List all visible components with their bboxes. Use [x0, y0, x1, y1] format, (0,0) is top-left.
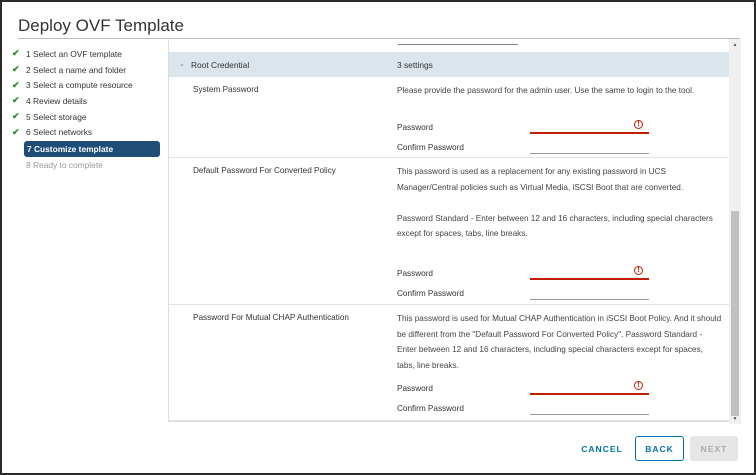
step-label: 2 Select a name and folder — [26, 64, 127, 75]
scrollbar[interactable]: ▲ ▼ — [729, 39, 741, 424]
password-label: Password — [397, 123, 433, 132]
row-default-password: Default Password For Converted Policy Th… — [169, 158, 730, 305]
error-icon: ! — [634, 266, 643, 275]
password-label: Password — [397, 269, 433, 278]
check-icon: ✔ — [12, 79, 20, 90]
wizard-steps: ✔ 1 Select an OVF template ✔ 2 Select a na… — [10, 46, 160, 173]
step-label: 4 Review details — [26, 95, 87, 106]
step-label: 5 Select storage — [26, 111, 87, 122]
chevron-down-icon[interactable]: ⌄ — [179, 60, 185, 68]
step-1[interactable]: ✔ 1 Select an OVF template — [10, 46, 160, 62]
settings-panel: ⌄ Root Credential 3 settings System Pass… — [168, 37, 730, 422]
step-4[interactable]: ✔ 4 Review details — [10, 93, 160, 109]
next-button: NEXT — [690, 436, 738, 461]
step-5[interactable]: ✔ 5 Select storage — [10, 109, 160, 125]
password-standard-text: Password Standard - Enter between 12 and… — [397, 213, 713, 239]
step-label: 1 Select an OVF template — [26, 48, 122, 59]
previous-input-line — [398, 44, 518, 45]
setting-description: This password is used for Mutual CHAP Au… — [397, 314, 722, 370]
section-root-credential[interactable]: ⌄ Root Credential 3 settings — [169, 52, 730, 77]
row-mutual-chap-password: Password For Mutual CHAP Authentication … — [169, 305, 730, 421]
error-icon: ! — [634, 381, 643, 390]
password-input[interactable] — [530, 278, 649, 280]
check-icon: ✔ — [12, 111, 20, 122]
confirm-password-input[interactable] — [530, 153, 649, 154]
confirm-password-label: Confirm Password — [397, 143, 464, 152]
check-icon: ✔ — [12, 126, 20, 137]
step-3[interactable]: ✔ 3 Select a compute resource — [10, 77, 160, 93]
confirm-password-label: Confirm Password — [397, 289, 464, 298]
password-input[interactable] — [530, 132, 649, 134]
check-icon: ✔ — [12, 48, 20, 59]
password-label: Password — [397, 384, 433, 393]
setting-name: Default Password For Converted Policy — [193, 166, 336, 175]
password-input[interactable] — [530, 393, 649, 395]
scroll-up-icon[interactable]: ▲ — [729, 42, 741, 48]
cancel-button[interactable]: CANCEL — [574, 436, 630, 461]
section-count: 3 settings — [397, 60, 433, 70]
check-icon: ✔ — [12, 64, 20, 75]
check-icon: ✔ — [12, 95, 20, 106]
dialog-title: Deploy OVF Template — [18, 16, 184, 35]
setting-description: This password is used as a replacement f… — [397, 164, 722, 242]
step-label: 6 Select networks — [26, 127, 93, 138]
confirm-password-input[interactable] — [530, 299, 649, 300]
setting-name: System Password — [193, 85, 259, 94]
setting-description: Please provide the password for the admi… — [397, 86, 695, 95]
step-label: 7 Customize template — [27, 143, 114, 154]
confirm-password-input[interactable] — [530, 414, 649, 415]
step-6[interactable]: ✔ 6 Select networks — [10, 124, 160, 140]
setting-name: Password For Mutual CHAP Authentication — [193, 313, 349, 322]
deploy-ovf-dialog: Deploy OVF Template ✔ 1 Select an OVF tem… — [2, 2, 754, 473]
step-8: 8 Ready to complete — [10, 157, 160, 173]
back-button[interactable]: BACK — [635, 436, 684, 461]
scroll-down-icon[interactable]: ▼ — [729, 416, 741, 422]
step-7[interactable]: 7 Customize template — [24, 141, 160, 157]
step-2[interactable]: ✔ 2 Select a name and folder — [10, 62, 160, 78]
step-label: 3 Select a compute resource — [26, 80, 133, 91]
description-text: This password is used as a replacement f… — [397, 167, 684, 192]
section-name: Root Credential — [191, 60, 250, 70]
error-icon: ! — [634, 120, 643, 129]
step-label: 8 Ready to complete — [26, 159, 103, 170]
row-system-password: System Password Please provide the passw… — [169, 77, 730, 158]
scrollbar-thumb[interactable] — [731, 211, 739, 416]
confirm-password-label: Confirm Password — [397, 404, 464, 413]
